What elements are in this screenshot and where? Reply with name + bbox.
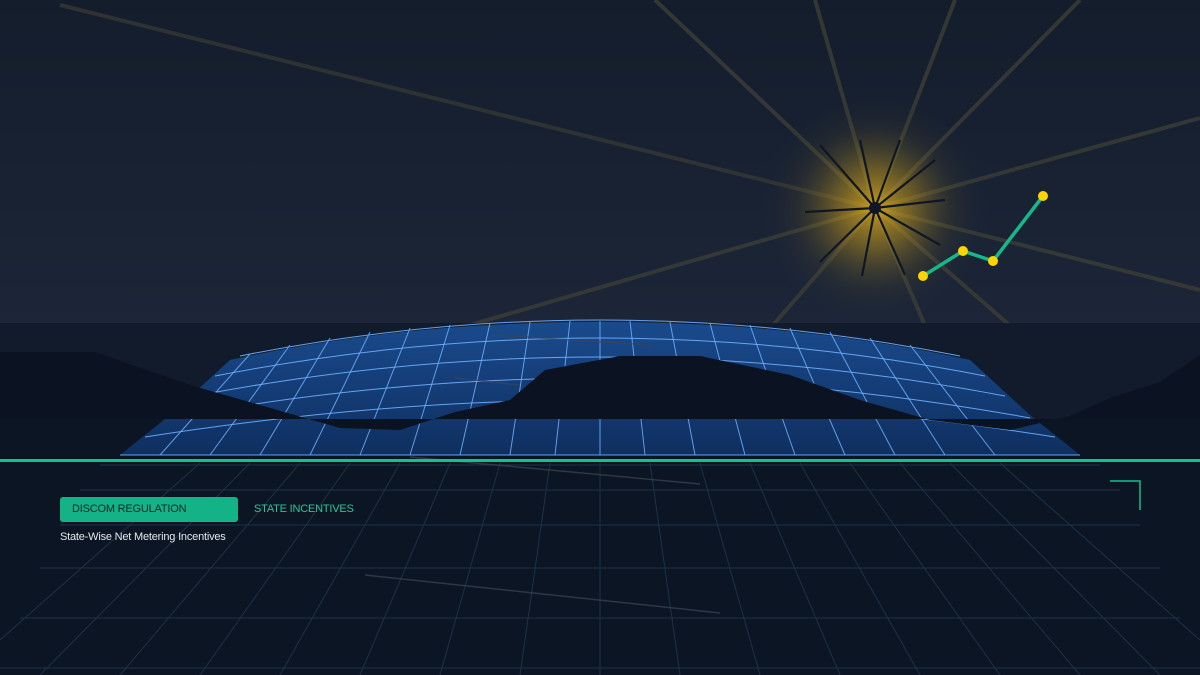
- trend-marker-icon: [958, 246, 968, 256]
- accent-divider: [0, 459, 1200, 462]
- background-illustration: [0, 0, 1200, 675]
- trend-marker-icon: [1038, 191, 1048, 201]
- trend-marker-icon: [988, 256, 998, 266]
- tab-bar: DISCOM REGULATION STATE INCENTIVES: [60, 497, 354, 522]
- trend-marker-icon: [918, 271, 928, 281]
- scene: DISCOM REGULATION STATE INCENTIVES State…: [0, 0, 1200, 675]
- tab-discom-regulation[interactable]: DISCOM REGULATION: [60, 497, 238, 522]
- section-subtitle: State-Wise Net Metering Incentives: [60, 531, 226, 543]
- tab-state-incentives[interactable]: STATE INCENTIVES: [254, 497, 354, 522]
